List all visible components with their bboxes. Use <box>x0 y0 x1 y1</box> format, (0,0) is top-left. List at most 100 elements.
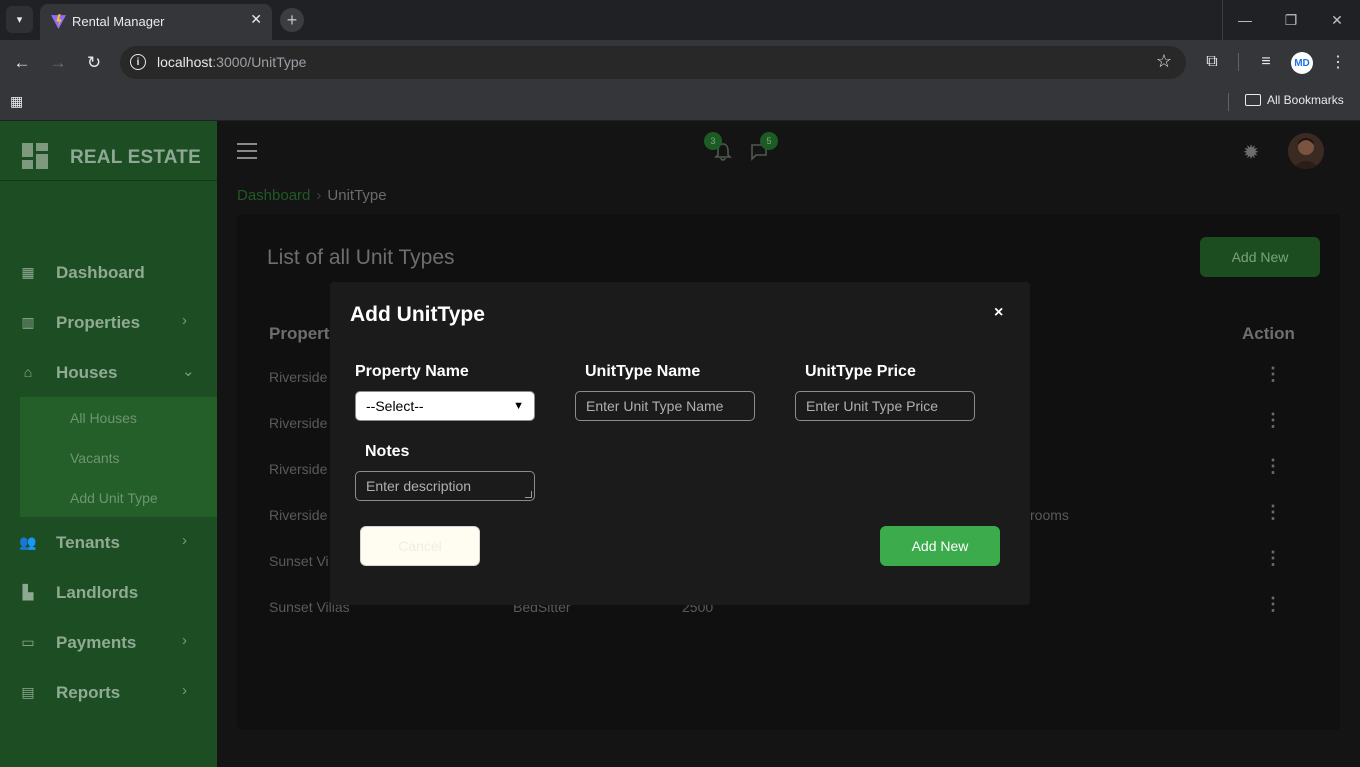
new-tab-icon[interactable]: + <box>280 8 304 32</box>
chevron-down-icon: ⌄ <box>182 363 195 380</box>
users-icon: 👥 <box>19 533 37 550</box>
table-cell-notes: rooms <box>1030 507 1069 523</box>
resize-handle-icon[interactable] <box>525 491 532 498</box>
row-actions-icon[interactable]: ⋮ <box>1264 364 1282 385</box>
notes-placeholder: Enter description <box>366 478 472 494</box>
browser-tab[interactable]: Rental Manager ✕ <box>40 4 272 40</box>
table-cell-property: Riverside <box>269 507 328 523</box>
site-info-icon[interactable]: i <box>130 54 146 70</box>
chevron-right-icon: › <box>182 632 187 649</box>
forward-icon[interactable]: → <box>45 50 71 76</box>
brand-name: REAL ESTATE <box>70 147 201 168</box>
all-bookmarks-button[interactable]: All Bookmarks <box>1245 93 1344 107</box>
media-queue-icon[interactable]: ≡ <box>1254 50 1278 74</box>
minimize-icon[interactable]: — <box>1222 0 1268 40</box>
chevron-right-icon: › <box>182 532 187 549</box>
property-name-select[interactable]: --Select-- ▼ <box>355 391 535 421</box>
sidebar-item-dashboard[interactable]: ▦ Dashboard <box>0 252 217 292</box>
row-actions-icon[interactable]: ⋮ <box>1264 456 1282 477</box>
unittype-name-label: UnitType Name <box>585 363 701 380</box>
breadcrumb-home-link[interactable]: Dashboard <box>237 187 310 204</box>
folder-icon <box>1245 94 1261 106</box>
restore-icon[interactable]: ❐ <box>1268 0 1314 40</box>
payment-card-icon: ▭ <box>21 633 35 650</box>
table-cell-property: Riverside <box>269 369 328 385</box>
window-close-icon[interactable]: ✕ <box>1314 0 1360 40</box>
bookmark-star-icon[interactable]: ☆ <box>1156 51 1172 72</box>
sidebar: REAL ESTATE ▦ Dashboard ▥ Properties › ⌂… <box>0 121 217 767</box>
toolbar-divider <box>1238 53 1239 71</box>
dashboard-icon: ▦ <box>21 263 35 280</box>
breadcrumb-current: UnitType <box>327 187 387 204</box>
tab-search-chevron-icon[interactable]: ▾ <box>6 6 33 33</box>
message-count-badge: 5 <box>760 132 778 150</box>
submenu-item-vacants[interactable]: Vacants <box>70 450 120 466</box>
sidebar-item-label: Dashboard <box>56 263 145 282</box>
table-cell-property: Riverside <box>269 415 328 431</box>
sidebar-item-houses[interactable]: ⌂ Houses ⌄ <box>0 352 217 392</box>
row-actions-icon[interactable]: ⋮ <box>1264 594 1282 615</box>
home-icon: ⌂ <box>23 364 33 380</box>
chevron-right-icon: › <box>182 312 187 329</box>
notes-textarea[interactable]: Enter description <box>355 471 535 501</box>
cancel-button[interactable]: Cancel <box>360 526 480 566</box>
chevron-down-icon: ▼ <box>513 400 524 412</box>
chevron-right-icon: › <box>182 682 187 699</box>
table-header-action: Action <box>1242 324 1295 343</box>
sidebar-item-label: Reports <box>56 683 121 702</box>
row-actions-icon[interactable]: ⋮ <box>1264 502 1282 523</box>
add-new-button[interactable]: Add New <box>1200 237 1320 277</box>
back-icon[interactable]: ← <box>9 50 35 76</box>
table-header-property: Property <box>269 324 339 343</box>
vite-favicon-icon <box>51 14 66 29</box>
browser-menu-icon[interactable]: ⋮ <box>1326 50 1350 74</box>
modal-close-icon[interactable]: × <box>994 304 1003 322</box>
table-cell-property: Riverside <box>269 461 328 477</box>
brand-logo-icon <box>22 143 48 169</box>
property-name-label: Property Name <box>355 363 469 380</box>
page-title: List of all Unit Types <box>267 246 455 269</box>
reload-icon[interactable]: ↻ <box>81 50 107 76</box>
url-text: localhost:3000/UnitType <box>157 54 307 70</box>
brand: REAL ESTATE <box>0 121 217 181</box>
submit-add-new-button[interactable]: Add New <box>880 526 1000 566</box>
browser-toolbar: ← → ↻ i localhost:3000/UnitType ☆ ⧉ ≡ MD… <box>0 40 1360 85</box>
tab-close-icon[interactable]: ✕ <box>250 11 262 28</box>
submenu-item-all-houses[interactable]: All Houses <box>70 410 137 426</box>
unittype-price-label: UnitType Price <box>805 363 916 380</box>
all-bookmarks-label: All Bookmarks <box>1267 93 1344 107</box>
user-avatar[interactable] <box>1288 133 1324 169</box>
sidebar-item-properties[interactable]: ▥ Properties › <box>0 302 217 342</box>
unittype-name-input[interactable]: Enter Unit Type Name <box>575 391 755 421</box>
sidebar-item-label: Payments <box>56 633 137 652</box>
table-cell-property: Sunset Vi <box>269 553 329 569</box>
submenu-item-add-unit-type[interactable]: Add Unit Type <box>70 490 158 506</box>
landlord-icon: ▙ <box>22 583 34 600</box>
tab-title: Rental Manager <box>72 14 165 29</box>
breadcrumb: Dashboard › UnitType <box>237 187 387 204</box>
theme-toggle-icon[interactable]: ✹ <box>1240 141 1262 164</box>
bookmarks-divider <box>1228 93 1229 111</box>
sidebar-item-label: Tenants <box>56 533 120 552</box>
bookmarks-bar: ▦ All Bookmarks <box>0 85 1360 121</box>
browser-tab-strip: ▾ Rental Manager ✕ + — ❐ ✕ <box>0 0 1360 40</box>
apps-grid-icon[interactable]: ▦ <box>10 93 23 110</box>
profile-avatar[interactable]: MD <box>1291 52 1313 74</box>
sidebar-item-label: Houses <box>56 363 118 382</box>
address-bar[interactable]: i localhost:3000/UnitType ☆ <box>120 46 1186 79</box>
notes-label: Notes <box>365 443 410 460</box>
report-icon: ▤ <box>21 683 35 700</box>
sidebar-item-label: Properties <box>56 313 141 332</box>
sidebar-item-landlords[interactable]: ▙ Landlords <box>0 572 217 612</box>
breadcrumb-separator: › <box>316 187 322 204</box>
sidebar-item-payments[interactable]: ▭ Payments › <box>0 622 217 662</box>
sidebar-item-reports[interactable]: ▤ Reports › <box>0 672 217 712</box>
property-name-selected: --Select-- <box>366 398 424 414</box>
unittype-price-input[interactable]: Enter Unit Type Price <box>795 391 975 421</box>
row-actions-icon[interactable]: ⋮ <box>1264 548 1282 569</box>
sidebar-item-tenants[interactable]: 👥 Tenants › <box>0 522 217 562</box>
row-actions-icon[interactable]: ⋮ <box>1264 410 1282 431</box>
houses-submenu: All Houses Vacants Add Unit Type <box>20 397 217 517</box>
extensions-icon[interactable]: ⧉ <box>1200 50 1224 74</box>
hamburger-menu-icon[interactable] <box>237 143 257 159</box>
